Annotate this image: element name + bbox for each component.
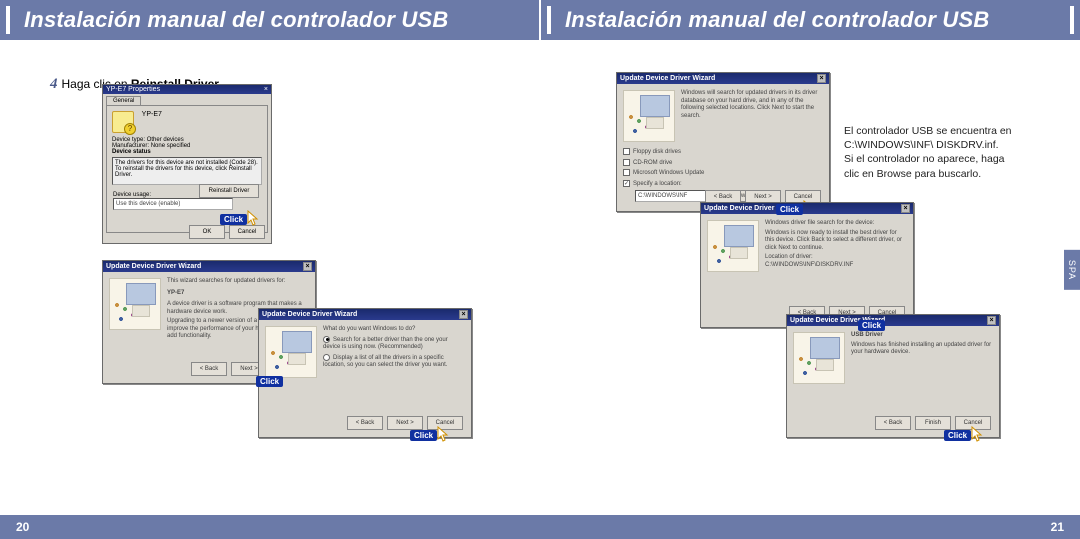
properties-tab-general[interactable]: General — [106, 96, 141, 105]
wizard2-opt2: Display a list of all the drivers in a s… — [323, 355, 447, 369]
step-number: 4 — [50, 76, 58, 92]
footer: 20 21 — [0, 515, 1080, 539]
click-label: Click — [858, 320, 885, 331]
side-note: El controlador USB se encuentra en C:\WI… — [844, 124, 1024, 181]
device-icon — [112, 111, 134, 133]
note-line1: El controlador USB se encuentra en — [844, 124, 1024, 138]
device-name: YP-E7 — [142, 111, 162, 118]
wizard-dialog-5: Update Device Driver Wizard× USB Driver … — [786, 314, 1000, 438]
header-left-title: Instalación manual del controlador USB — [24, 7, 448, 33]
check-specify[interactable] — [623, 180, 630, 187]
wizard2-opt1: Search for a better driver than the one … — [323, 337, 448, 351]
cursor-icon — [969, 426, 987, 444]
page-number-left: 20 — [16, 520, 29, 534]
wizard3-chk1: Floppy disk drives — [633, 149, 681, 155]
note-line4: clic en Browse para buscarlo. — [844, 167, 1024, 181]
close-icon[interactable]: × — [303, 262, 312, 271]
wizard3-chk2: CD-ROM drive — [633, 160, 672, 166]
properties-title: YP-E7 Properties — [106, 86, 160, 93]
header-left: Instalación manual del controlador USB — [0, 0, 541, 40]
click-callout-3: Click — [410, 426, 453, 444]
click-label: Click — [220, 214, 247, 225]
wizard-illustration — [707, 220, 759, 272]
status-label: Device status — [112, 149, 262, 155]
page-number-right: 21 — [1051, 520, 1064, 534]
cursor-icon — [435, 426, 453, 444]
click-label: Click — [256, 376, 283, 387]
header-row: Instalación manual del controlador USB I… — [0, 0, 1080, 40]
wizard3-title: Update Device Driver Wizard — [620, 75, 715, 82]
check-winupdate[interactable] — [623, 169, 630, 176]
note-line3: Si el controlador no aparece, haga — [844, 152, 1024, 166]
page-left: 4Haga clic en Reinstall Driver. YP-E7 Pr… — [28, 58, 540, 507]
wizard-illustration — [623, 90, 675, 142]
close-icon[interactable]: × — [987, 316, 996, 325]
back-button[interactable]: < Back — [875, 416, 911, 430]
wizard-dialog-2: Update Device Driver Wizard× What do you… — [258, 308, 472, 438]
back-button[interactable]: < Back — [347, 416, 383, 430]
click-label: Click — [944, 430, 971, 441]
wizard-illustration — [265, 326, 317, 378]
wizard-dialog-4: Update Device Driver Wizard× Windows dri… — [700, 202, 914, 328]
page-spread: 4Haga clic en Reinstall Driver. YP-E7 Pr… — [0, 40, 1080, 515]
check-cdrom[interactable] — [623, 159, 630, 166]
click-label: Click — [776, 204, 803, 215]
language-tab: SPA — [1064, 249, 1080, 289]
wizard3-chk3: Microsoft Windows Update — [633, 170, 704, 176]
close-icon[interactable]: × — [459, 310, 468, 319]
wizard2-title: Update Device Driver Wizard — [262, 311, 357, 318]
wizard-illustration — [793, 332, 845, 384]
wizard3-chk4: Specify a location: — [633, 181, 682, 187]
wizard-illustration — [109, 278, 161, 330]
click-label: Click — [410, 430, 437, 441]
page-right: Update Device Driver Wizard× Windows wil… — [540, 58, 1052, 507]
click-callout-6: Click — [944, 426, 987, 444]
usage-select[interactable]: Use this device (enable) — [113, 198, 233, 210]
back-button[interactable]: < Back — [191, 362, 227, 376]
close-icon[interactable]: × — [901, 204, 910, 213]
radio-list[interactable] — [323, 354, 330, 361]
click-callout-1: Click — [220, 210, 263, 228]
cursor-icon — [245, 210, 263, 228]
status-text: The drivers for this device are not inst… — [115, 160, 258, 178]
mfr-value: None specified — [151, 143, 191, 149]
wizard1-title: Update Device Driver Wizard — [106, 263, 201, 270]
note-line2: C:\WINDOWS\INF\ DISKDRV.inf. — [844, 138, 1024, 152]
close-icon[interactable]: × — [817, 74, 826, 83]
check-floppy[interactable] — [623, 148, 630, 155]
radio-recommended[interactable] — [323, 336, 330, 343]
header-right: Instalación manual del controlador USB — [541, 0, 1080, 40]
wizard-dialog-3: Update Device Driver Wizard× Windows wil… — [616, 72, 830, 212]
close-icon[interactable]: × — [264, 86, 268, 93]
header-right-title: Instalación manual del controlador USB — [565, 7, 989, 33]
